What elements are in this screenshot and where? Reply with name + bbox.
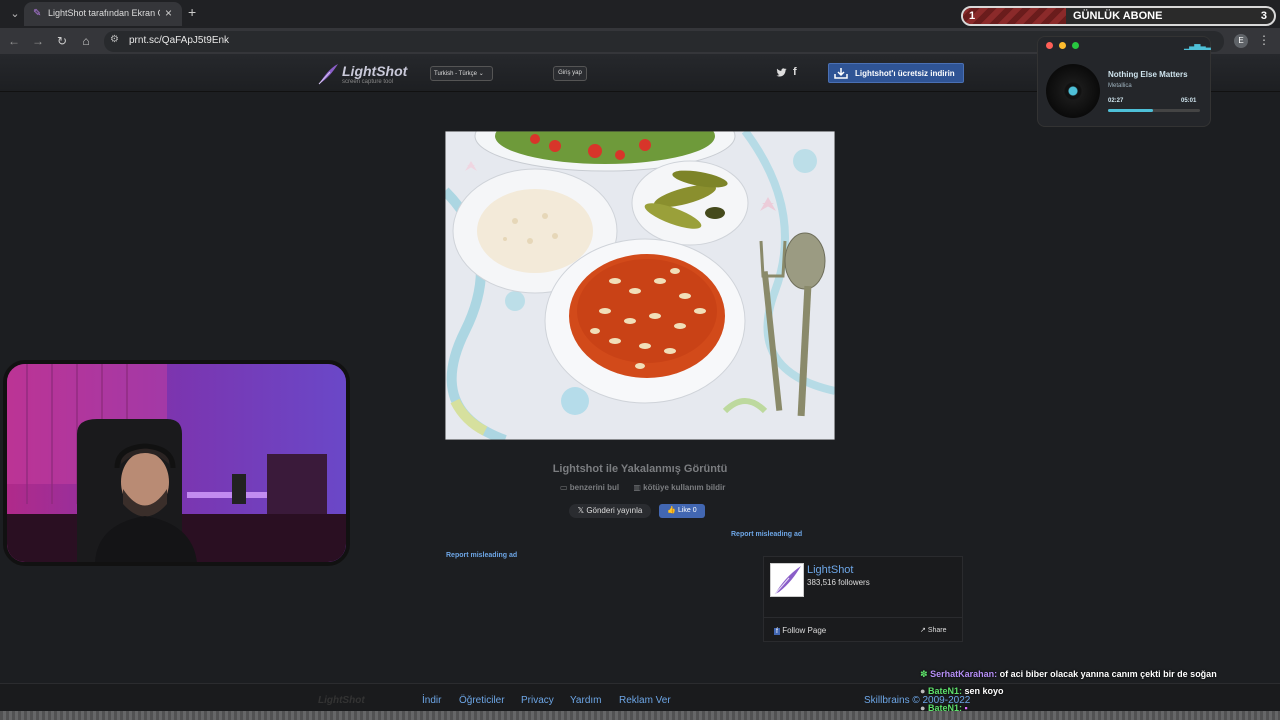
minimize-dot [1059, 42, 1066, 49]
total-time: 05:01 [1181, 98, 1197, 104]
report-ad-link-secondary[interactable]: Report misleading ad [446, 552, 517, 559]
image-actions: ▭ benzerini bul ▥ kötüye kullanım bildir [560, 483, 737, 492]
footer-link-privacy[interactable]: Privacy [521, 695, 554, 706]
login-button[interactable]: Giriş yap [553, 66, 587, 81]
find-similar-link[interactable]: ▭ benzerini bul [560, 483, 625, 492]
find-similar-label: benzerini bul [569, 483, 620, 492]
bottom-overlay-strip [0, 711, 1280, 720]
webcam-overlay [3, 360, 350, 566]
chat-username: SerhatKarahan: [930, 669, 998, 679]
track-artist: Metallica [1108, 83, 1132, 89]
facebook-page-widget: LightShot 383,516 followers f Follow Pag… [763, 556, 963, 642]
footer-link-advertise[interactable]: Reklam Ver [619, 695, 671, 706]
followers-count: 383,516 followers [807, 578, 870, 587]
footer-link-tutorials[interactable]: Öğreticiler [459, 695, 505, 706]
share-label: Share [927, 627, 947, 634]
facebook-icon[interactable]: f [793, 66, 797, 78]
close-tab-icon[interactable]: × [165, 6, 172, 20]
feather-icon [774, 566, 801, 595]
like-label: Like 0 [677, 507, 697, 514]
chat-message: ● BateN1: sen koyo [920, 686, 1004, 696]
lightshot-favicon-icon: ✎ [33, 8, 42, 19]
track-title: Nothing Else Matters [1108, 70, 1188, 79]
reload-icon[interactable]: ↻ [54, 33, 70, 49]
chat-message: ✽ SerhatKarahan: of aci biber olacak yan… [920, 669, 1217, 680]
report-abuse-link[interactable]: ▥ kötüye kullanım bildir [633, 483, 731, 492]
track-progress-bar [1108, 109, 1200, 112]
current-time: 02:27 [1108, 98, 1124, 104]
chat-username: BateN1: [927, 686, 962, 696]
tweet-button[interactable]: 𝕏 Gönderi yayınla [569, 504, 651, 518]
chat-text: sen koyo [964, 686, 1004, 696]
report-ad-link[interactable]: Report misleading ad [731, 531, 802, 538]
chevron-down-icon: ⌄ [478, 71, 484, 77]
goal-target: 3 [1260, 10, 1267, 22]
twitter-icon[interactable] [776, 67, 787, 78]
footer-link-help[interactable]: Yardım [570, 695, 602, 706]
tweet-label: Gönderi yayınla [586, 506, 643, 515]
report-abuse-label: kötüye kullanım bildir [643, 483, 726, 492]
image-caption: Lightshot ile Yakalanmış Görüntü [552, 463, 728, 475]
footer-logo[interactable]: LightShot [318, 695, 365, 706]
tab-title: LightShot tarafından Ekran Görüntüsü [48, 8, 160, 18]
url-text[interactable]: prnt.sc/QaFApJ5t9Enk [129, 35, 229, 46]
forward-icon[interactable]: → [30, 33, 46, 49]
page-name[interactable]: LightShot [807, 564, 853, 576]
widget-footer: f Follow Page ↗ Share [764, 617, 962, 641]
goal-progress-fill [963, 8, 1066, 24]
profile-avatar[interactable]: E [1234, 34, 1248, 48]
now-playing-widget: ▁▃▅▃▂ Nothing Else Matters Metallica 02:… [1037, 36, 1211, 127]
chat-text: of aci biber olacak yanına canım çekti b… [999, 669, 1217, 679]
tab-search-icon[interactable]: ⌄ [6, 5, 24, 23]
maximize-dot [1072, 42, 1079, 49]
feather-icon [318, 64, 338, 85]
chat-badge-icon: ✽ [920, 669, 928, 679]
language-value: Turkish - Türkçe [434, 71, 478, 77]
browser-menu-icon[interactable]: ⋮ [1258, 33, 1270, 47]
home-icon[interactable]: ⌂ [78, 33, 94, 49]
food-photo [445, 131, 835, 440]
share-button[interactable]: ↗ Share [920, 626, 947, 634]
download-button[interactable]: Lightshot'ı ücretsiz indirin [828, 63, 964, 83]
footer-link-download[interactable]: İndir [422, 695, 441, 706]
page-avatar[interactable] [770, 563, 804, 597]
follow-page-button[interactable]: f Follow Page [774, 626, 826, 635]
close-dot [1046, 42, 1053, 49]
new-tab-icon[interactable]: + [188, 4, 196, 20]
language-select[interactable]: Turkish - Türkçe ⌄ [430, 66, 493, 81]
site-info-icon[interactable]: ⚙ [110, 34, 119, 45]
equalizer-icon: ▁▃▅▃▂ [1184, 41, 1211, 50]
back-icon[interactable]: ← [6, 33, 22, 49]
browser-tab[interactable]: ✎ LightShot tarafından Ekran Görüntüsü × [24, 2, 182, 26]
webcam-feed [7, 364, 346, 562]
follow-label: Follow Page [782, 626, 827, 635]
subscriber-goal-bar: 1 GÜNLÜK ABONE 3 [961, 6, 1276, 26]
logo-subtitle: screen capture tool [342, 79, 394, 85]
goal-current: 1 [969, 10, 976, 22]
vinyl-record-icon [1046, 64, 1100, 118]
chat-badge-icon: ● [920, 686, 926, 696]
goal-label: GÜNLÜK ABONE [1073, 10, 1163, 22]
facebook-icon: f [774, 628, 780, 635]
screenshot-image[interactable] [445, 131, 835, 440]
download-label: Lightshot'ı ücretsiz indirin [855, 69, 955, 78]
lightshot-logo[interactable]: LightShot screen capture tool [316, 60, 426, 86]
like-button[interactable]: 👍 Like 0 [659, 504, 705, 518]
track-progress-fill [1108, 109, 1154, 112]
download-icon [834, 68, 848, 79]
logo-text: LightShot [342, 63, 408, 79]
